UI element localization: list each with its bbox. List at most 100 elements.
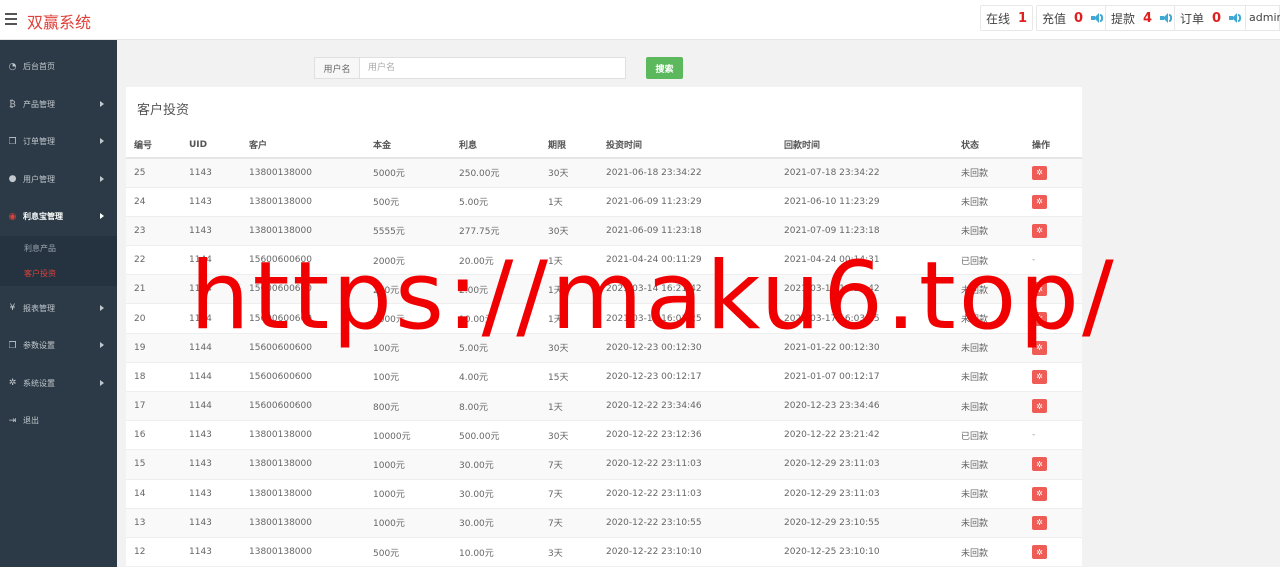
speaker-icon[interactable] <box>1160 13 1173 23</box>
sidebar-item-reports[interactable]: ¥ 报表管理 <box>0 290 117 328</box>
sidebar-subitem-interest-products[interactable]: 利息产品 <box>0 236 117 261</box>
sidebar-item-label: 报表管理 <box>23 303 55 313</box>
sidebar-item-interest[interactable]: ◉ 利息宝管理 <box>0 198 117 236</box>
table-cell: 13800138000 <box>241 187 365 217</box>
sidebar-item-params[interactable]: ❐ 参数设置 <box>0 327 117 365</box>
table-cell: 13800138000 <box>241 479 365 509</box>
table-cell: 未回款 <box>953 158 1024 188</box>
table-cell: 2020-12-22 23:21:42 <box>776 420 953 451</box>
lifebuoy-icon: ◉ <box>8 211 17 222</box>
table-header: 编号 UID 客户 本金 利息 期限 投资时间 回款时间 状态 操作 <box>126 132 1082 159</box>
app-logo[interactable]: 双赢系统 <box>27 9 91 33</box>
table-cell: 15天 <box>540 362 598 393</box>
search-button[interactable]: 搜索 <box>646 57 683 79</box>
table-cell: 13800138000 <box>241 508 365 538</box>
panel-title: 客户投资 <box>137 103 190 118</box>
speaker-icon[interactable] <box>1091 13 1104 23</box>
action-cell: ✲ <box>1024 537 1082 567</box>
menu-toggle-icon[interactable] <box>5 13 17 25</box>
table-cell: 2020-12-29 23:11:03 <box>776 449 953 480</box>
withdraw-stat[interactable]: 提款 4 <box>1105 5 1179 31</box>
sidebar-item-system[interactable]: ✲ 系统设置 <box>0 365 117 403</box>
stat-label: 在线 <box>986 11 1011 26</box>
bitcoin-icon: ₿ <box>9 99 16 110</box>
admin-user[interactable]: admin <box>1245 5 1280 31</box>
sidebar-item-label: 后台首页 <box>23 62 55 72</box>
table-cell: 2020-12-22 23:11:03 <box>598 449 776 480</box>
sidebar-item-products[interactable]: ₿ 产品管理 <box>0 86 117 124</box>
online-stat[interactable]: 在线 1 <box>980 5 1034 31</box>
table-cell: 15 <box>126 449 181 480</box>
chevron-right-icon <box>100 213 104 219</box>
table-cell: 2021-06-18 23:34:22 <box>598 158 776 188</box>
order-stat[interactable]: 订单 0 <box>1174 5 1248 31</box>
empty-action: - <box>1032 430 1036 441</box>
table-cell: 10000元 <box>365 420 451 451</box>
speaker-icon[interactable] <box>1229 13 1242 23</box>
table-cell: 500元 <box>365 187 451 217</box>
table-cell: 1天 <box>540 391 598 422</box>
table-cell: 已回款 <box>953 420 1024 451</box>
settings-button[interactable]: ✲ <box>1032 545 1047 560</box>
sidebar-submenu: 利息产品 客户投资 <box>0 235 117 286</box>
settings-button[interactable]: ✲ <box>1032 165 1047 180</box>
table-cell: 24 <box>126 187 181 217</box>
table-cell: 15600600600 <box>241 362 365 393</box>
search-label: 用户名 <box>314 57 360 79</box>
settings-button[interactable]: ✲ <box>1032 223 1047 238</box>
table-cell: 20 <box>126 303 181 334</box>
table-cell: 2020-12-29 23:11:03 <box>776 479 953 509</box>
settings-button[interactable]: ✲ <box>1032 486 1047 501</box>
table-cell: 1143 <box>181 537 241 567</box>
settings-button[interactable]: ✲ <box>1032 369 1047 384</box>
table-cell: 13800138000 <box>241 537 365 567</box>
column-header: 编号 <box>126 132 181 159</box>
sidebar-item-label: 参数设置 <box>23 341 55 351</box>
recharge-stat[interactable]: 充值 0 <box>1036 5 1110 31</box>
table-cell: 未回款 <box>953 187 1024 217</box>
settings-button[interactable]: ✲ <box>1032 194 1047 209</box>
column-header: 利息 <box>451 132 540 159</box>
sidebar-item-label: 系统设置 <box>23 378 55 388</box>
sidebar-item-label: 用户管理 <box>23 174 55 184</box>
table-cell: 1143 <box>181 479 241 509</box>
search-input[interactable] <box>359 57 626 79</box>
action-cell: ✲ <box>1024 158 1082 188</box>
table-row: 15 1143 13800138000 1000元 30.00元 7天 2020-12-22… <box>126 449 1082 480</box>
stat-value: 0 <box>1212 10 1222 26</box>
dashboard-icon: ◔ <box>8 61 17 72</box>
table-cell: 500.00元 <box>451 420 540 451</box>
sidebar-item-label: 产品管理 <box>23 99 55 109</box>
table-cell: 2020-12-22 23:11:03 <box>598 479 776 509</box>
table-cell: 2021-07-18 23:34:22 <box>776 158 953 188</box>
sidebar-subitem-customer-investment[interactable]: 客户投资 <box>0 261 117 286</box>
chevron-right-icon <box>100 342 104 348</box>
action-cell: ✲ <box>1024 479 1082 509</box>
stat-value: 1 <box>1018 10 1028 26</box>
table-cell: 14 <box>126 479 181 509</box>
sidebar-item-dashboard[interactable]: ◔ 后台首页 <box>0 48 117 86</box>
chevron-right-icon <box>100 175 104 182</box>
action-cell: ✲ <box>1024 187 1082 217</box>
gears-icon: ✲ <box>8 378 17 389</box>
stat-label: 提款 <box>1111 11 1136 26</box>
table-cell: 8.00元 <box>451 391 540 422</box>
table-cell: 1143 <box>181 508 241 538</box>
table-cell: 5.00元 <box>451 187 540 217</box>
sidebar-item-users[interactable]: ● 用户管理 <box>0 161 117 199</box>
table-cell: 13 <box>126 508 181 538</box>
table-cell: 2021-06-10 11:23:29 <box>776 187 953 217</box>
table-cell: 1144 <box>181 391 241 422</box>
column-header: 期限 <box>540 132 598 159</box>
column-header: 操作 <box>1024 132 1082 159</box>
table-row: 18 1144 15600600600 100元 4.00元 15天 2020-12-23 … <box>126 362 1082 393</box>
settings-button[interactable]: ✲ <box>1032 399 1047 414</box>
sidebar-item-orders[interactable]: ❐ 订单管理 <box>0 123 117 161</box>
table-cell: 未回款 <box>953 508 1024 538</box>
sidebar-item-logout[interactable]: ⇥ 退出 <box>0 402 117 440</box>
settings-button[interactable]: ✲ <box>1032 457 1047 472</box>
settings-button[interactable]: ✲ <box>1032 515 1047 530</box>
sidebar-item-label: 退出 <box>23 416 39 426</box>
table-cell: 15600600600 <box>241 391 365 422</box>
table-cell: 10.00元 <box>451 537 540 567</box>
